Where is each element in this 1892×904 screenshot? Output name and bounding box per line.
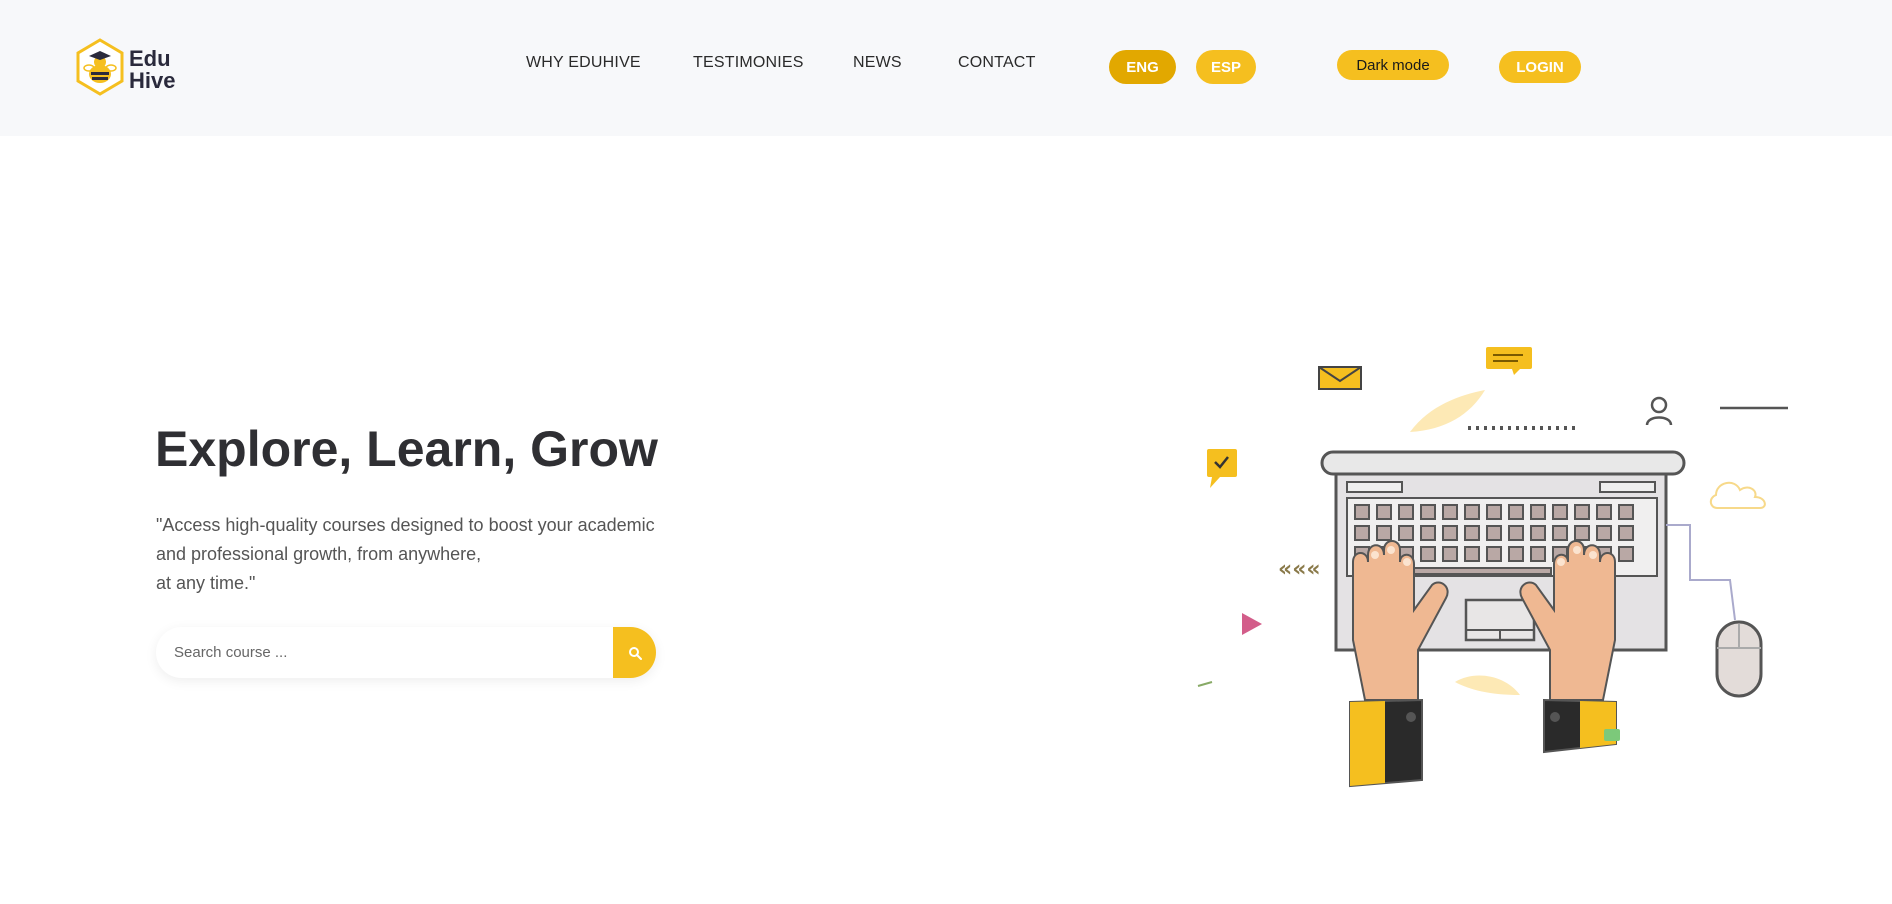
chevrons-icon: ««« (1278, 557, 1321, 582)
cloud-icon (1709, 481, 1766, 509)
nav-news[interactable]: NEWS (853, 54, 902, 74)
brand-logo[interactable]: Edu Hive (75, 38, 185, 98)
bee-graduation-icon (76, 38, 124, 96)
dark-mode-toggle[interactable]: Dark mode (1337, 50, 1449, 80)
hero-subtitle: "Access high-quality courses designed to… (156, 511, 666, 598)
play-icon (1242, 613, 1262, 635)
hero-title: Explore, Learn, Grow (155, 421, 658, 477)
user-icon (1645, 396, 1673, 426)
laptop-top (1320, 450, 1686, 476)
search-input[interactable] (174, 627, 594, 678)
envelope-icon (1318, 366, 1362, 390)
left-sleeve (1349, 698, 1423, 788)
site-header: Edu Hive WHY EDUHIVE TESTIMONIES NEWS CO… (0, 0, 1892, 136)
login-button[interactable]: LOGIN (1499, 51, 1581, 83)
hero-subtitle-line: and professional growth, from anywhere, (156, 544, 482, 564)
language-eng-button[interactable]: ENG (1109, 50, 1176, 84)
mouse-icon (1715, 620, 1763, 698)
search-button[interactable] (613, 627, 656, 678)
course-search-bar (156, 627, 656, 678)
search-icon (628, 646, 642, 660)
brand-line1: Edu (129, 46, 171, 71)
leaf-shape (1455, 675, 1520, 695)
right-sleeve (1543, 698, 1620, 754)
checkmark-bubble-icon (1207, 449, 1237, 488)
chat-bubble-icon (1486, 347, 1532, 375)
hero-subtitle-line: at any time." (156, 573, 256, 593)
leaf-shape (1410, 390, 1485, 432)
language-esp-button[interactable]: ESP (1196, 50, 1256, 84)
laptop-typing-hands-illustration: ««« (1197, 347, 1788, 788)
nav-testimonies[interactable]: TESTIMONIES (693, 54, 804, 74)
sparkle-shape (1197, 681, 1213, 687)
mouse-cable (1666, 524, 1736, 621)
hero-subtitle-line: "Access high-quality courses designed to… (156, 515, 655, 535)
brand-line2: Hive (129, 68, 176, 93)
nav-contact[interactable]: CONTACT (958, 54, 1036, 74)
brand-wordmark: Edu Hive (129, 48, 175, 92)
nav-why-eduhive[interactable]: WHY EDUHIVE (526, 54, 641, 74)
